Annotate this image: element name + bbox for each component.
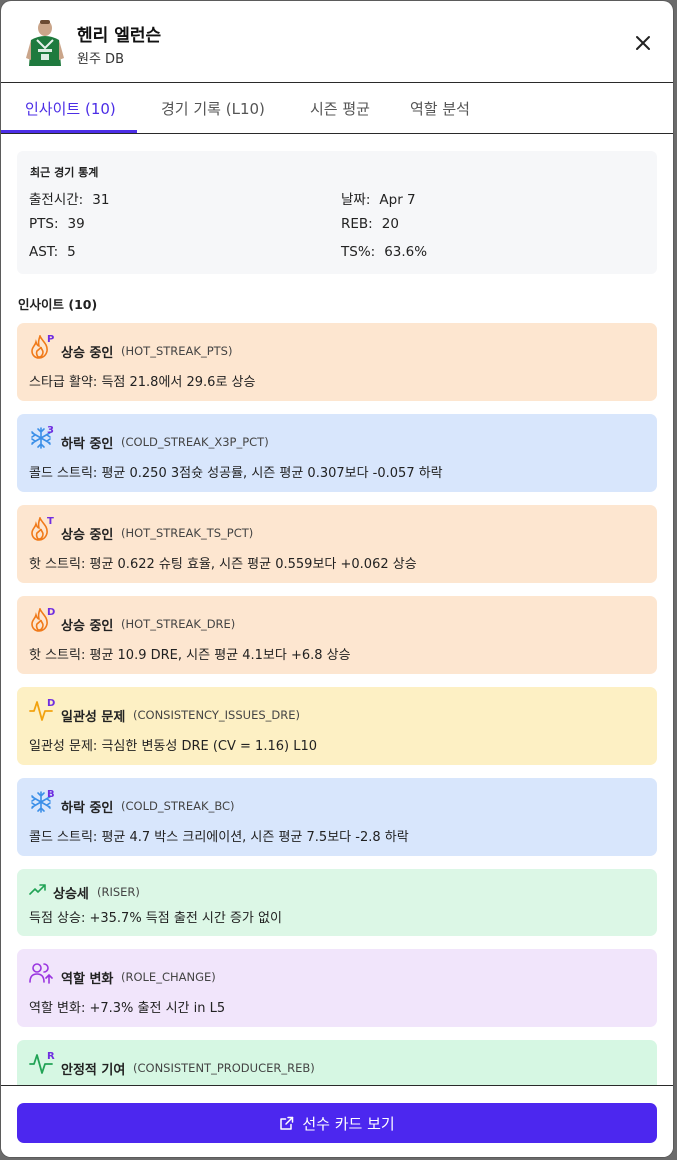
stat-value: 20 <box>381 216 399 232</box>
insight-card[interactable]: R 안정적 기여 (CONSISTENT_PRODUCER_REB) <box>17 1040 657 1085</box>
stat-label: TS%: <box>341 244 376 260</box>
flame-icon: T <box>29 515 57 543</box>
tab-game-log[interactable]: 경기 기록 (L10) <box>161 98 265 119</box>
stat-label: AST: <box>29 244 59 260</box>
insight-label: 상승 중인 <box>61 619 114 634</box>
insight-description: 핫 스트릭: 평균 0.622 슈팅 효율, 시즌 평균 0.559보다 +0.… <box>29 557 417 572</box>
tab-season-average[interactable]: 시즌 평균 <box>310 98 370 119</box>
insight-card[interactable]: D 일관성 문제 (CONSISTENCY_ISSUES_DRE) 일관성 문제… <box>17 687 657 765</box>
insight-badge: D <box>47 607 56 618</box>
insight-code: (CONSISTENCY_ISSUES_DRE) <box>133 708 300 722</box>
insight-code: (ROLE_CHANGE) <box>121 970 216 984</box>
player-name: 헨리 엘런슨 <box>77 26 162 46</box>
insight-description: 일관성 문제: 극심한 변동성 DRE (CV = 1.16) L10 <box>29 739 317 754</box>
active-tab-indicator <box>1 130 137 133</box>
stat-label: 날짜: <box>341 192 371 208</box>
pulse-icon: R <box>29 1051 57 1078</box>
insight-card[interactable]: P 상승 중인 (HOT_STREAK_PTS) 스타급 활약: 득점 21.8… <box>17 323 657 401</box>
tab-role-analysis[interactable]: 역할 분석 <box>410 98 470 119</box>
stat-value: 5 <box>67 244 76 260</box>
close-button[interactable] <box>629 29 657 57</box>
snowflake-icon: B <box>29 789 57 816</box>
insight-code: (COLD_STREAK_BC) <box>121 799 235 813</box>
insight-card[interactable]: D 상승 중인 (HOT_STREAK_DRE) 핫 스트릭: 평균 10.9 … <box>17 596 657 674</box>
insight-description: 콜드 스트릭: 평균 4.7 박스 크리에이션, 시즌 평균 7.5보다 -2.… <box>29 830 409 845</box>
insight-code: (COLD_STREAK_X3P_PCT) <box>121 435 269 449</box>
insight-badge: 3 <box>47 425 54 436</box>
insight-code: (CONSISTENT_PRODUCER_REB) <box>133 1061 315 1075</box>
stat-pts: PTS: 39 <box>29 216 85 232</box>
insight-badge: P <box>47 334 55 345</box>
view-player-card-button[interactable]: 선수 카드 보기 <box>17 1103 657 1143</box>
insight-label: 상승세 <box>53 887 89 902</box>
player-modal: 헨리 엘런슨 원주 DB 인사이트 (10) 경기 기록 (L10) 시즌 평균… <box>1 1 673 1157</box>
close-icon <box>636 36 650 50</box>
insight-label: 일관성 문제 <box>61 710 126 725</box>
flame-icon: P <box>29 333 57 361</box>
insight-card[interactable]: B 하락 중인 (COLD_STREAK_BC) 콜드 스트릭: 평균 4.7 … <box>17 778 657 856</box>
stat-value: 39 <box>67 216 85 232</box>
pulse-icon: D <box>29 698 57 725</box>
stat-ts-pct: TS%: 63.6% <box>341 244 427 260</box>
tab-bar: 인사이트 (10) 경기 기록 (L10) 시즌 평균 역할 분석 <box>1 83 673 134</box>
stat-label: REB: <box>341 216 373 232</box>
stat-value: 63.6% <box>384 244 428 260</box>
player-team: 원주 DB <box>77 52 124 67</box>
stat-value: 31 <box>92 192 110 208</box>
snowflake-icon: 3 <box>29 425 57 452</box>
stat-minutes: 출전시간: 31 <box>29 188 109 208</box>
tab-insights[interactable]: 인사이트 (10) <box>25 98 116 119</box>
insights-panel[interactable]: 최근 경기 통계 출전시간: 31 날짜: Apr 7 PTS: 39 REB: 20 … <box>1 135 673 1085</box>
insight-description: 콜드 스트릭: 평균 0.250 3점슛 성공률, 시즌 평균 0.307보다 … <box>29 466 443 481</box>
recent-stats-title: 최근 경기 통계 <box>30 166 99 179</box>
insight-description: 득점 상승: +35.7% 득점 출전 시간 증가 없이 <box>29 911 282 926</box>
insight-label: 상승 중인 <box>61 346 114 361</box>
insight-description: 역할 변화: +7.3% 출전 시간 in L5 <box>29 1001 226 1016</box>
stat-value: Apr 7 <box>379 192 416 208</box>
view-player-card-label: 선수 카드 보기 <box>302 1114 395 1133</box>
insight-label: 하락 중인 <box>61 801 114 816</box>
insight-label: 역할 변화 <box>61 972 114 987</box>
modal-footer: 선수 카드 보기 <box>1 1085 673 1157</box>
insight-badge: R <box>47 1051 55 1062</box>
modal-header: 헨리 엘런슨 원주 DB <box>1 1 673 83</box>
insight-code: (HOT_STREAK_TS_PCT) <box>121 526 254 540</box>
insights-section-title: 인사이트 (10) <box>18 297 98 312</box>
stat-label: 출전시간: <box>29 192 84 208</box>
insight-badge: B <box>47 789 55 800</box>
insight-label: 안정적 기여 <box>61 1063 126 1078</box>
external-link-icon <box>280 1116 294 1130</box>
insight-label: 하락 중인 <box>61 437 114 452</box>
insight-card[interactable]: 3 하락 중인 (COLD_STREAK_X3P_PCT) 콜드 스트릭: 평균… <box>17 414 657 492</box>
stat-reb: REB: 20 <box>341 216 399 232</box>
insight-code: (HOT_STREAK_PTS) <box>121 344 233 358</box>
insight-description: 핫 스트릭: 평균 10.9 DRE, 시즌 평균 4.1보다 +6.8 상승 <box>29 648 351 663</box>
stat-date: 날짜: Apr 7 <box>341 188 416 208</box>
stat-label: PTS: <box>29 216 59 232</box>
users-icon <box>29 961 57 987</box>
insight-card[interactable]: 상승세 (RISER) 득점 상승: +35.7% 득점 출전 시간 증가 없이 <box>17 869 657 936</box>
insight-description: 스타급 활약: 득점 21.8에서 29.6로 상승 <box>29 375 256 390</box>
insight-badge: D <box>47 698 56 709</box>
insight-code: (RISER) <box>97 885 140 899</box>
insight-badge: T <box>47 516 54 527</box>
recent-stats-card: 최근 경기 통계 출전시간: 31 날짜: Apr 7 PTS: 39 REB: 20 … <box>17 151 657 274</box>
flame-icon: D <box>29 606 57 634</box>
insight-card[interactable]: T 상승 중인 (HOT_STREAK_TS_PCT) 핫 스트릭: 평균 0.… <box>17 505 657 583</box>
insight-label: 상승 중인 <box>61 528 114 543</box>
avatar <box>25 18 65 66</box>
insight-card[interactable]: 역할 변화 (ROLE_CHANGE) 역할 변화: +7.3% 출전 시간 i… <box>17 949 657 1027</box>
stat-ast: AST: 5 <box>29 244 76 260</box>
insight-code: (HOT_STREAK_DRE) <box>121 617 236 631</box>
